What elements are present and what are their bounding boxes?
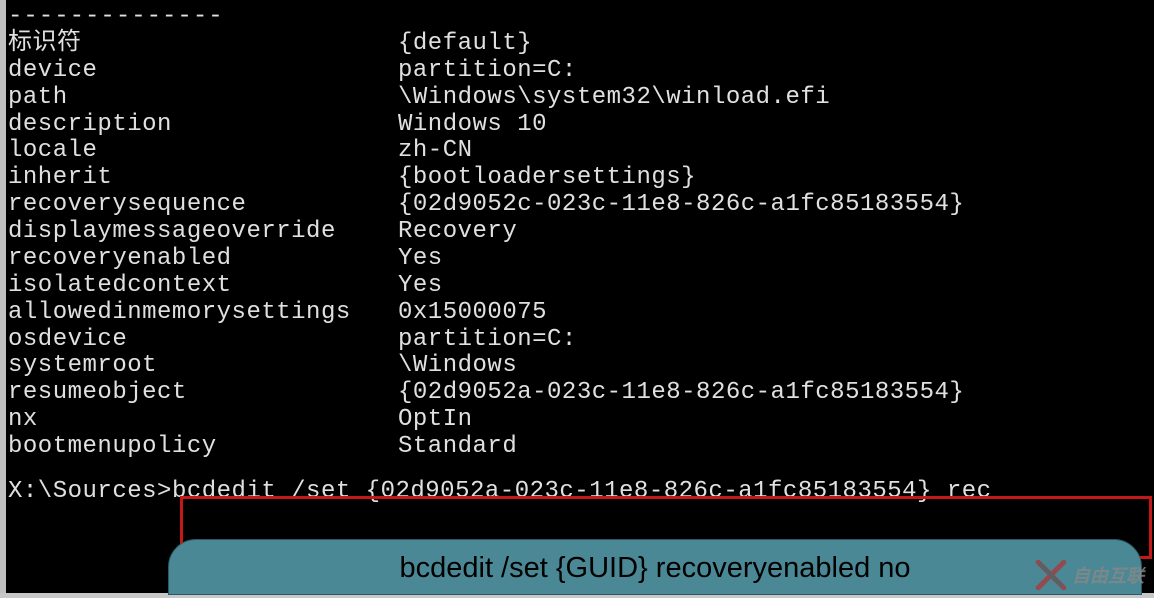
bcd-entry: path\Windows\system32\winload.efi bbox=[8, 85, 1154, 112]
watermark-text: 自由互联 bbox=[1072, 562, 1144, 588]
entry-value: \Windows\system32\winload.efi bbox=[398, 85, 830, 112]
entry-value: partition=C: bbox=[398, 58, 577, 85]
terminal-window[interactable]: -------------- 标识符{default}devicepartiti… bbox=[0, 0, 1154, 598]
entry-key: description bbox=[8, 112, 398, 139]
entry-value: Yes bbox=[398, 246, 443, 273]
bcd-entry: resumeobject{02d9052a-023c-11e8-826c-a1f… bbox=[8, 380, 1154, 407]
left-edge bbox=[0, 0, 6, 598]
entry-key: displaymessageoverride bbox=[8, 219, 398, 246]
bcd-entry: recoveryenabledYes bbox=[8, 246, 1154, 273]
entry-key: path bbox=[8, 85, 398, 112]
entry-value: Windows 10 bbox=[398, 112, 547, 139]
entry-value: OptIn bbox=[398, 407, 473, 434]
entry-key: inherit bbox=[8, 165, 398, 192]
entry-key: osdevice bbox=[8, 327, 398, 354]
command-prompt-line[interactable]: X:\Sources>bcdedit /set {02d9052a-023c-1… bbox=[8, 479, 1154, 506]
bcd-entry: nxOptIn bbox=[8, 407, 1154, 434]
entry-value: 0x15000075 bbox=[398, 300, 547, 327]
entry-key: locale bbox=[8, 138, 398, 165]
entry-value: Recovery bbox=[398, 219, 517, 246]
bcd-entry: recoverysequence{02d9052c-023c-11e8-826c… bbox=[8, 192, 1154, 219]
bcd-entry: displaymessageoverrideRecovery bbox=[8, 219, 1154, 246]
entry-value: partition=C: bbox=[398, 327, 577, 354]
bcd-entries: 标识符{default}devicepartition=C:path\Windo… bbox=[8, 31, 1154, 461]
entry-key: bootmenupolicy bbox=[8, 434, 398, 461]
bcd-entry: osdevicepartition=C: bbox=[8, 327, 1154, 354]
entry-key: device bbox=[8, 58, 398, 85]
watermark: 自由互联 bbox=[1034, 558, 1144, 592]
entry-value: Standard bbox=[398, 434, 517, 461]
entry-value: Yes bbox=[398, 273, 443, 300]
entry-key: recoveryenabled bbox=[8, 246, 398, 273]
bcd-entry: isolatedcontextYes bbox=[8, 273, 1154, 300]
entry-key: allowedinmemorysettings bbox=[8, 300, 398, 327]
command-input[interactable]: bcdedit /set {02d9052a-023c-11e8-826c-a1… bbox=[172, 478, 992, 505]
entry-key: nx bbox=[8, 407, 398, 434]
bcd-entry: devicepartition=C: bbox=[8, 58, 1154, 85]
bcd-entry: allowedinmemorysettings0x15000075 bbox=[8, 300, 1154, 327]
section-divider: -------------- bbox=[8, 4, 1154, 31]
entry-key: recoverysequence bbox=[8, 192, 398, 219]
bcd-entry: bootmenupolicyStandard bbox=[8, 434, 1154, 461]
bcd-entry: inherit{bootloadersettings} bbox=[8, 165, 1154, 192]
entry-value: {02d9052a-023c-11e8-826c-a1fc85183554} bbox=[398, 380, 964, 407]
bcd-entry: systemroot\Windows bbox=[8, 353, 1154, 380]
entry-value: \Windows bbox=[398, 353, 517, 380]
prompt-path: X:\Sources> bbox=[8, 478, 172, 505]
bcd-entry: descriptionWindows 10 bbox=[8, 112, 1154, 139]
instruction-bubble: bcdedit /set {GUID} recoveryenabled no bbox=[168, 539, 1142, 595]
bcd-entry: localezh-CN bbox=[8, 138, 1154, 165]
entry-value: {02d9052c-023c-11e8-826c-a1fc85183554} bbox=[398, 192, 964, 219]
entry-key: 标识符 bbox=[8, 31, 398, 58]
entry-key: systemroot bbox=[8, 353, 398, 380]
watermark-logo-icon bbox=[1034, 558, 1068, 592]
entry-key: resumeobject bbox=[8, 380, 398, 407]
entry-key: isolatedcontext bbox=[8, 273, 398, 300]
entry-value: zh-CN bbox=[398, 138, 473, 165]
entry-value: {default} bbox=[398, 31, 532, 58]
bcd-entry: 标识符{default} bbox=[8, 31, 1154, 58]
instruction-text: bcdedit /set {GUID} recoveryenabled no bbox=[399, 552, 910, 584]
entry-value: {bootloadersettings} bbox=[398, 165, 696, 192]
